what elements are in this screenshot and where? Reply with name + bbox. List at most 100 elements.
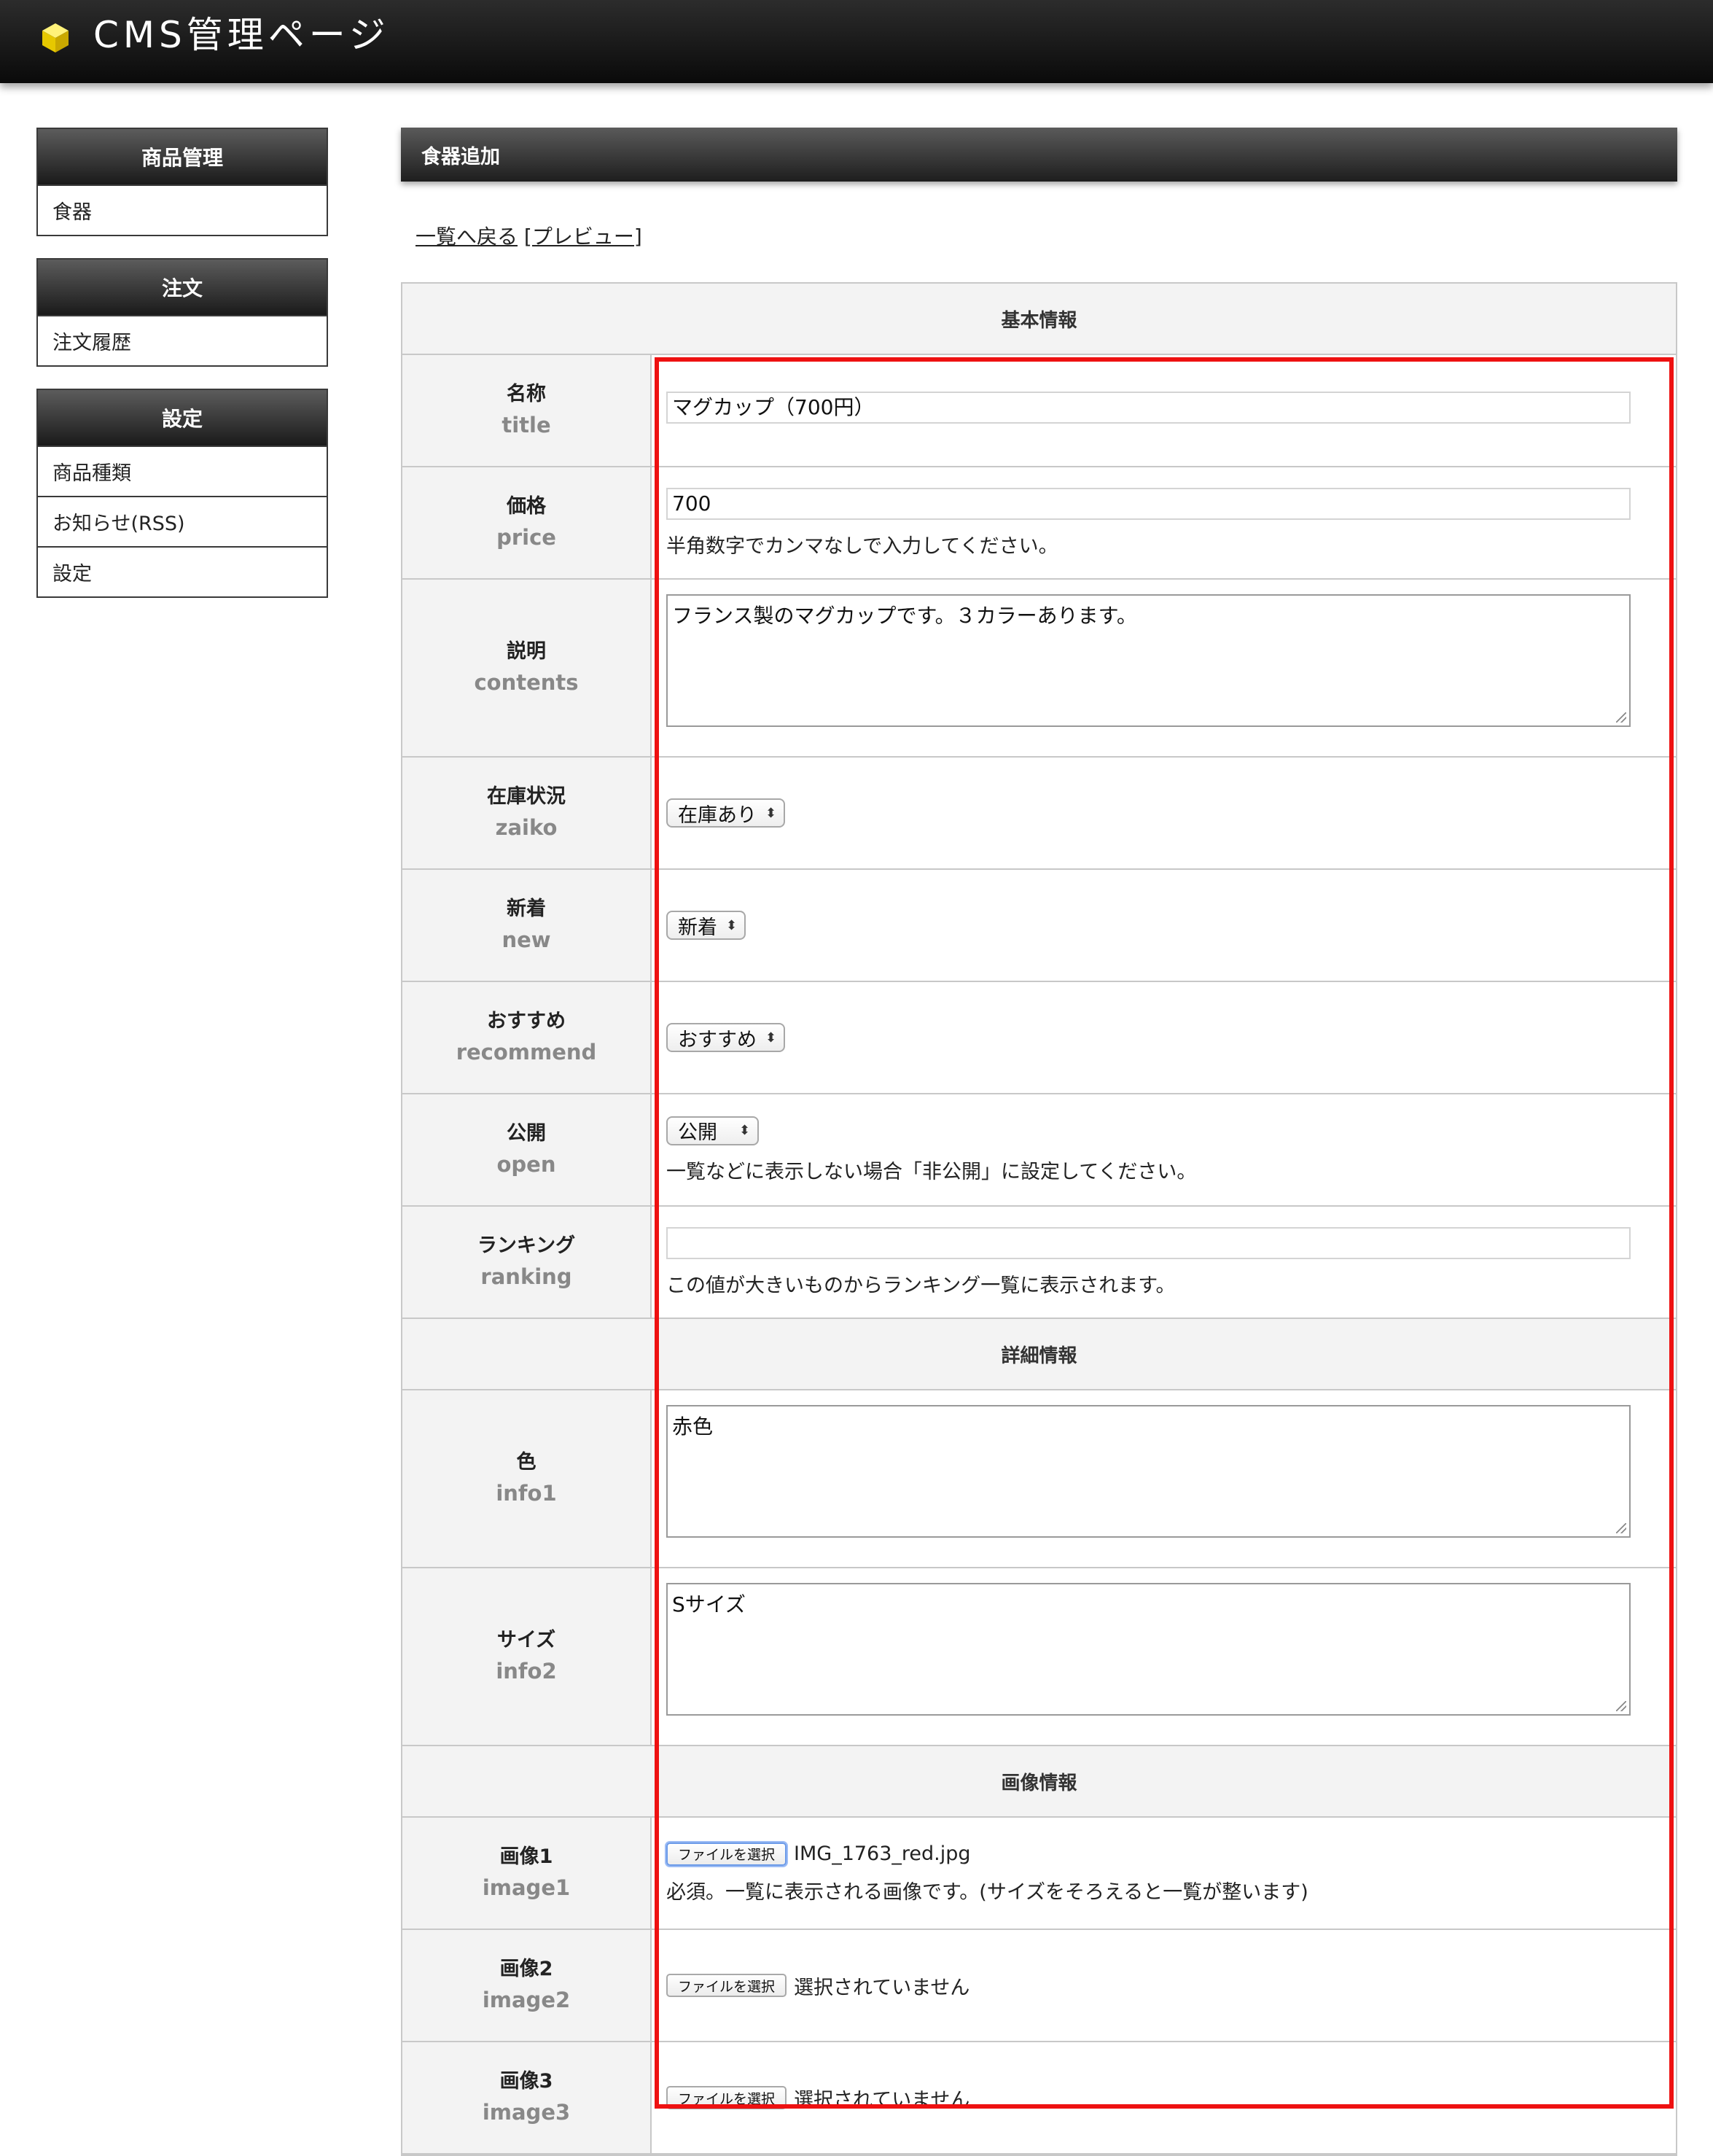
field-label-en: info1 xyxy=(496,1481,557,1506)
sidebar-item-product-types[interactable]: 商品種類 xyxy=(38,445,327,496)
app-title: CMS管理ページ xyxy=(93,14,390,56)
open-help-text: 一覧などに表示しない場合「非公開」に設定してください。 xyxy=(666,1160,1197,1183)
sidebar-group-title: 注文 xyxy=(38,260,327,315)
field-label-jp: 価格 xyxy=(507,495,546,518)
field-label-jp: サイズ xyxy=(496,1629,556,1651)
field-label-en: ranking xyxy=(480,1264,572,1289)
form-row-ranking: ランキング ranking この値が大きいものからランキング一覧に表示されます。 xyxy=(402,1207,1676,1319)
field-label-jp: おすすめ xyxy=(487,1010,566,1032)
title-input[interactable]: マグカップ（700円） xyxy=(666,392,1631,424)
field-label-en: open xyxy=(496,1152,556,1177)
image2-file-button[interactable]: ファイルを選択 xyxy=(666,1974,787,1997)
sidebar-group-title: 設定 xyxy=(38,390,327,445)
form-row-contents: 説明 contents フランス製のマグカップです。３カラーあります。 xyxy=(402,580,1676,758)
select-arrows-icon: ⬍ xyxy=(765,805,777,821)
sidebar-group-settings: 設定 商品種類 お知らせ(RSS) 設定 xyxy=(36,389,328,598)
new-select-value: 新着 xyxy=(678,916,717,939)
form-row-recommend: おすすめ recommend おすすめ ⬍ xyxy=(402,982,1676,1094)
field-label-jp: 公開 xyxy=(507,1122,546,1145)
field-label-en: contents xyxy=(474,670,579,695)
field-label: 色 info1 xyxy=(402,1390,652,1567)
sidebar-item-order-history[interactable]: 注文履歴 xyxy=(38,315,327,365)
contents-textarea-value: フランス製のマグカップです。３カラーあります。 xyxy=(672,604,1137,628)
section-basic-info: 基本情報 xyxy=(402,284,1676,355)
sidebar-item-news-rss[interactable]: お知らせ(RSS) xyxy=(38,496,327,546)
recommend-select-value: おすすめ xyxy=(678,1028,757,1051)
preview-link[interactable]: [プレビュー] xyxy=(524,225,642,249)
nav-links: 一覧へ戻る [プレビュー] xyxy=(415,221,1677,250)
product-form: 基本情報 名称 title マグカップ（700円） 価格 price 700 半… xyxy=(401,282,1677,2156)
back-to-list-link[interactable]: 一覧へ戻る xyxy=(415,225,518,249)
field-label: 公開 open xyxy=(402,1094,652,1205)
field-label-jp: 名称 xyxy=(507,383,546,405)
field-label-en: info2 xyxy=(496,1659,557,1684)
info2-textarea[interactable]: Sサイズ xyxy=(666,1583,1631,1716)
contents-textarea[interactable]: フランス製のマグカップです。３カラーあります。 xyxy=(666,594,1631,727)
image3-file-button[interactable]: ファイルを選択 xyxy=(666,2086,787,2109)
resize-grip-icon[interactable] xyxy=(1616,712,1626,723)
sidebar-group-orders: 注文 注文履歴 xyxy=(36,258,328,367)
price-input[interactable]: 700 xyxy=(666,487,1631,520)
field-label: おすすめ recommend xyxy=(402,982,652,1093)
new-select[interactable]: 新着 ⬍ xyxy=(666,911,746,940)
field-label-en: title xyxy=(502,413,551,437)
sidebar: 商品管理 食器 注文 注文履歴 設定 商品種類 お知らせ(RSS) 設定 xyxy=(36,128,328,620)
image2-file-name: 選択されていません xyxy=(794,1976,970,1999)
form-row-info1: 色 info1 赤色 xyxy=(402,1390,1676,1568)
image1-file-button[interactable]: ファイルを選択 xyxy=(666,1842,787,1866)
sidebar-item-tableware[interactable]: 食器 xyxy=(38,184,327,235)
field-label-en: new xyxy=(502,927,551,952)
form-row-zaiko: 在庫状況 zaiko 在庫あり ⬍ xyxy=(402,758,1676,870)
field-label: 価格 price xyxy=(402,467,652,578)
page-title: 食器追加 xyxy=(401,128,1677,182)
form-row-new: 新着 new 新着 ⬍ xyxy=(402,870,1676,982)
zaiko-select[interactable]: 在庫あり ⬍ xyxy=(666,798,786,828)
section-detail-info: 詳細情報 xyxy=(402,1319,1676,1390)
price-help-text: 半角数字でカンマなしで入力してください。 xyxy=(666,534,1058,558)
field-label-jp: ランキング xyxy=(477,1234,576,1257)
form-row-info2: サイズ info2 Sサイズ xyxy=(402,1568,1676,1746)
field-label: 新着 new xyxy=(402,870,652,981)
info2-textarea-value: Sサイズ xyxy=(672,1592,746,1616)
field-label-jp: 画像1 xyxy=(499,1845,553,1868)
form-row-image1: 画像1 image1 ファイルを選択 IMG_1763_red.jpg 必須。一… xyxy=(402,1818,1676,1930)
form-row-title: 名称 title マグカップ（700円） xyxy=(402,355,1676,467)
form-row-open: 公開 open 公開 ⬍ 一覧などに表示しない場合「非公開」に設定してください。 xyxy=(402,1094,1676,1207)
open-select[interactable]: 公開 ⬍ xyxy=(666,1116,760,1145)
info1-textarea[interactable]: 赤色 xyxy=(666,1405,1631,1538)
select-arrows-icon: ⬍ xyxy=(765,1030,777,1046)
field-label: 画像3 image3 xyxy=(402,2042,652,2153)
field-label: 説明 contents xyxy=(402,580,652,756)
field-label-jp: 新着 xyxy=(507,898,546,920)
field-label-en: recommend xyxy=(456,1040,597,1065)
app-header: CMS管理ページ xyxy=(0,0,1713,83)
sidebar-group-products: 商品管理 食器 xyxy=(36,128,328,236)
field-label-en: image3 xyxy=(482,2100,571,2125)
field-label: サイズ info2 xyxy=(402,1568,652,1745)
field-label-jp: 色 xyxy=(516,1451,536,1474)
resize-grip-icon[interactable] xyxy=(1616,1701,1626,1711)
field-label: ランキング ranking xyxy=(402,1207,652,1318)
ranking-help-text: この値が大きいものからランキング一覧に表示されます。 xyxy=(666,1274,1176,1297)
ranking-input[interactable] xyxy=(666,1226,1631,1259)
field-label: 画像2 image2 xyxy=(402,1930,652,2041)
recommend-select[interactable]: おすすめ ⬍ xyxy=(666,1023,786,1052)
form-row-image2: 画像2 image2 ファイルを選択 選択されていません xyxy=(402,1930,1676,2042)
select-arrows-icon: ⬍ xyxy=(726,917,738,933)
yellow-cube-icon xyxy=(42,23,69,52)
zaiko-select-value: 在庫あり xyxy=(678,803,757,827)
resize-grip-icon[interactable] xyxy=(1616,1523,1626,1533)
field-label-en: zaiko xyxy=(495,815,558,840)
field-label-en: image2 xyxy=(482,1988,571,2012)
field-label: 在庫状況 zaiko xyxy=(402,758,652,868)
field-label-jp: 画像3 xyxy=(499,2070,553,2093)
sidebar-item-settings[interactable]: 設定 xyxy=(38,546,327,596)
field-label-en: price xyxy=(496,525,556,550)
field-label-jp: 在庫状況 xyxy=(487,785,566,808)
image1-help-text: 必須。一覧に表示される画像です。(サイズをそろえると一覧が整います) xyxy=(666,1880,1308,1904)
field-label-en: image1 xyxy=(482,1875,571,1900)
image1-file-name: IMG_1763_red.jpg xyxy=(794,1842,971,1865)
main-content: 食器追加 一覧へ戻る [プレビュー] 基本情報 名称 title マグカップ（7… xyxy=(401,128,1677,2156)
field-label-jp: 説明 xyxy=(507,640,546,663)
section-image-info: 画像情報 xyxy=(402,1746,1676,1818)
